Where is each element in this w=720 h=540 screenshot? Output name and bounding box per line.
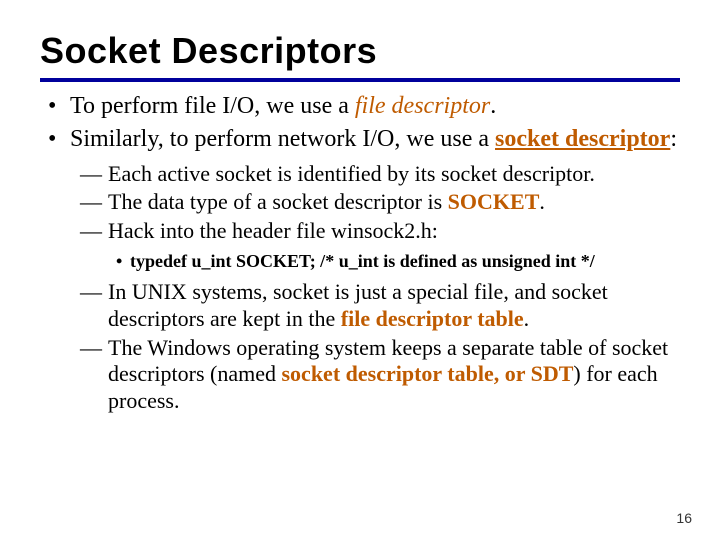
page-number: 16: [676, 510, 692, 526]
emph-fd-table: file descriptor table: [341, 306, 524, 331]
emph-socket-type: SOCKET: [448, 189, 540, 214]
emph-socket-descriptor: socket descriptor: [495, 126, 670, 152]
emph-sdt: socket descriptor table, or SDT: [282, 361, 574, 386]
text: .: [490, 93, 496, 119]
bullet-list: To perform file I/O, we use a file descr…: [40, 92, 680, 415]
code-line: typedef u_int SOCKET; /* u_int is define…: [130, 251, 680, 273]
sub-4: In UNIX systems, socket is just a specia…: [108, 279, 680, 333]
subsub-list: typedef u_int SOCKET; /* u_int is define…: [112, 251, 680, 273]
text: .: [539, 189, 545, 214]
text: Hack into the header file winsock2.h:: [108, 218, 438, 243]
bullet-2: Similarly, to perform network I/O, we us…: [70, 125, 680, 415]
text: The data type of a socket descriptor is: [108, 189, 448, 214]
sub-5: The Windows operating system keeps a sep…: [108, 335, 680, 415]
text: Similarly, to perform network I/O, we us…: [70, 126, 495, 152]
text: To perform file I/O, we use a: [70, 93, 355, 119]
emph-file-descriptor: file descriptor: [355, 93, 490, 119]
text: .: [524, 306, 530, 331]
slide: Socket Descriptors To perform file I/O, …: [0, 0, 720, 540]
text: :: [670, 126, 677, 152]
sub-2: The data type of a socket descriptor is …: [108, 189, 680, 216]
sub-list: Each active socket is identified by its …: [80, 161, 680, 416]
slide-title: Socket Descriptors: [40, 30, 680, 72]
title-rule: [40, 78, 680, 82]
bullet-1: To perform file I/O, we use a file descr…: [70, 92, 680, 121]
sub-1: Each active socket is identified by its …: [108, 161, 680, 188]
sub-3: Hack into the header file winsock2.h: ty…: [108, 218, 680, 273]
